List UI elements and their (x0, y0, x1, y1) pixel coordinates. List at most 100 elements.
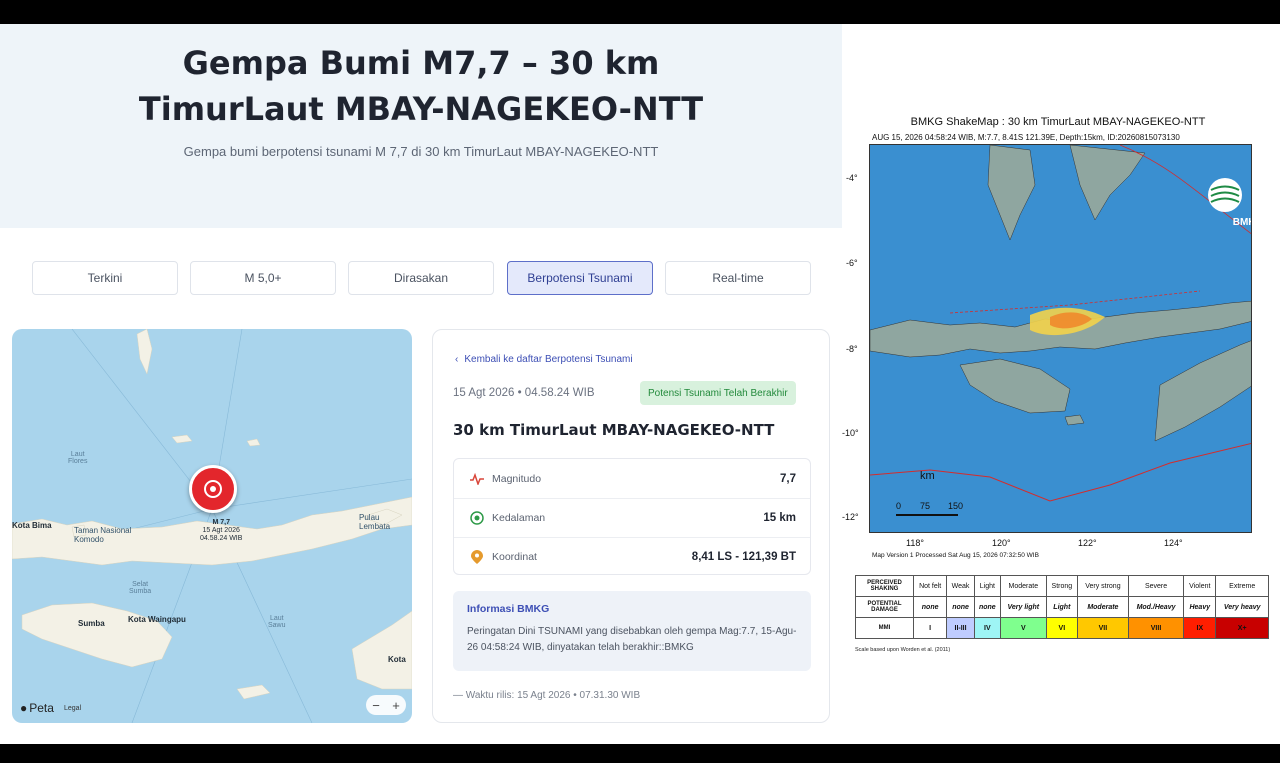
mmi-cell: VII (1076, 617, 1129, 639)
label-taman-nasional: Taman Nasional Komodo (74, 526, 132, 544)
label-kota-waingapu: Kota Waingapu (128, 615, 186, 624)
depth-target-icon (468, 509, 486, 527)
lon-tick: 120° (992, 538, 1011, 548)
location-pin-icon (468, 548, 486, 566)
tab-dirasakan[interactable]: Dirasakan (348, 261, 494, 295)
lon-tick: 122° (1078, 538, 1097, 548)
zoom-out-button[interactable]: − (372, 698, 380, 713)
apple-logo-icon: ● (20, 701, 28, 715)
lon-tick: 118° (906, 538, 924, 548)
scale-tick-0: 0 (896, 501, 902, 511)
stat-value: 15 km (763, 512, 796, 524)
tab-berpotensi-tsunami[interactable]: Berpotensi Tsunami (507, 261, 653, 295)
stat-label: Magnitudo (492, 472, 542, 485)
lat-tick: -10° (842, 428, 859, 438)
status-badge: Potensi Tsunami Telah Berakhir (640, 381, 796, 405)
pulse-icon (468, 470, 486, 488)
scale-tick-75: 75 (920, 501, 931, 511)
label-kota-bima: Kota Bima (12, 521, 52, 530)
release-time: — Waktu rilis: 15 Agt 2026 • 07.31.30 WI… (453, 690, 641, 701)
scale-caption: Scale based upon Worden et al. (2011) (855, 647, 951, 653)
mmi-row: MMI I II-III IV V VI VII VIII IX X+ (855, 617, 1269, 639)
map-legal-link[interactable]: Legal (64, 705, 81, 712)
shakemap-map: BMKG km 0 75 150 (869, 144, 1252, 533)
shakemap-title: BMKG ShakeMap : 30 km TimurLaut MBAY-NAG… (910, 116, 1206, 128)
shaking-cell: Very strong (1076, 575, 1129, 597)
info-body: Peringatan Dini TSUNAMI yang disebabkan … (467, 626, 797, 653)
shaking-cell: Moderate (999, 575, 1047, 597)
shaking-cell: Violent (1183, 575, 1217, 597)
damage-cell: none (973, 596, 1001, 618)
bmkg-logo-text: BMKG (1232, 217, 1251, 228)
shaking-cell: Light (973, 575, 1001, 597)
mmi-cell: X+ (1215, 617, 1269, 639)
event-datetime: 15 Agt 2026 • 04.58.24 WIB (453, 387, 595, 399)
browser-viewport: Gempa Bumi M7,7 – 30 km TimurLaut MBAY-NA… (0, 24, 1280, 744)
shakemap-subtitle: AUG 15, 2026 04:58:24 WIB, M:7.7, 8.41S … (872, 133, 1180, 142)
map-brand: Peta (29, 701, 54, 715)
stat-label: Kedalaman (492, 512, 546, 524)
shaking-cell: Not felt (912, 575, 948, 597)
marker-date: 15 Agt 2026 (202, 527, 240, 534)
event-location: 30 km TimurLaut MBAY-NAGEKEO-NTT (453, 421, 775, 439)
row-header: MMI (855, 617, 914, 639)
stat-value: 7,7 (780, 472, 796, 485)
epicenter-icon (204, 480, 222, 498)
damage-cell: Very light (999, 596, 1047, 618)
row-header: POTENTIAL DAMAGE (855, 596, 914, 618)
lat-tick: -8° (846, 344, 858, 354)
mmi-cell: V (999, 617, 1047, 639)
damage-row: POTENTIAL DAMAGE none none none Very lig… (855, 596, 1269, 618)
shaking-cell: Weak (946, 575, 975, 597)
tab-terkini[interactable]: Terkini (32, 261, 178, 295)
back-link[interactable]: ‹ Kembali ke daftar Berpotensi Tsunami (455, 354, 633, 365)
title-line-2: TimurLaut MBAY-NAGEKEO-NTT (138, 90, 704, 128)
shaking-cell: Severe (1127, 575, 1185, 597)
mmi-cell: I (912, 617, 948, 639)
row-header: PERCEIVED SHAKING (855, 575, 914, 597)
lat-tick: -4° (846, 173, 858, 183)
label-selat-sumba: Selat Sumba (129, 581, 152, 595)
epicenter-map[interactable]: Laut Flores Kota Bima Taman Nasional Kom… (12, 329, 412, 723)
map-zoom-control: − + (366, 695, 406, 715)
damage-cell: Mod./Heavy (1127, 596, 1185, 618)
info-title: Informasi BMKG (467, 603, 550, 615)
shaking-cell: Extreme (1215, 575, 1269, 597)
mmi-cell: IX (1183, 617, 1217, 639)
damage-cell: Heavy (1183, 596, 1217, 618)
filter-tabs: Terkini M 5,0+ Dirasakan Berpotensi Tsun… (32, 261, 812, 295)
back-link-label: Kembali ke daftar Berpotensi Tsunami (464, 354, 633, 365)
damage-cell: none (946, 596, 975, 618)
marker-magnitude: M 7,7 (212, 519, 230, 526)
damage-cell: Moderate (1076, 596, 1129, 618)
damage-cell: Very heavy (1215, 596, 1269, 618)
tab-m5[interactable]: M 5,0+ (190, 261, 336, 295)
title-line-1: Gempa Bumi M7,7 – 30 km (182, 44, 660, 82)
damage-cell: none (912, 596, 948, 618)
scale-unit: km (920, 470, 935, 482)
chevron-left-icon: ‹ (455, 354, 459, 365)
lat-tick: -12° (842, 512, 859, 522)
scale-tick-150: 150 (948, 501, 964, 511)
shaking-cell: Strong (1045, 575, 1078, 597)
tab-real-time[interactable]: Real-time (665, 261, 811, 295)
marker-caption: M 7,7 15 Agt 2026 04.58.24 WIB (200, 519, 242, 543)
lon-tick: 124° (1164, 538, 1183, 548)
label-kota: Kota (388, 655, 406, 664)
marker-time: 04.58.24 WIB (200, 535, 243, 542)
stat-label: Koordinat (492, 551, 537, 563)
intensity-scale-table: PERCEIVED SHAKING Not felt Weak Light Mo… (855, 575, 1269, 639)
map-version: Map Version 1 Processed Sat Aug 15, 2026… (872, 552, 1039, 559)
label-laut-flores: Laut Flores (68, 451, 88, 465)
label-laut-sawu: Laut Sawu (268, 615, 286, 629)
page-header: Gempa Bumi M7,7 – 30 km TimurLaut MBAY-NA… (0, 24, 842, 228)
page-title: Gempa Bumi M7,7 – 30 km TimurLaut MBAY-NA… (0, 40, 842, 132)
zoom-in-button[interactable]: + (392, 698, 400, 713)
stat-value: 8,41 LS - 121,39 BT (691, 551, 796, 563)
epicenter-marker[interactable] (189, 465, 237, 513)
stat-row-depth: Kedalaman 15 km (454, 498, 810, 537)
event-stats: Magnitudo 7,7 Kedalaman 15 km Koordinat … (453, 458, 811, 575)
stat-row-magnitude: Magnitudo 7,7 (454, 459, 810, 498)
label-sumba: Sumba (78, 619, 105, 628)
label-pulau-lembata: Pulau Lembata (359, 513, 391, 531)
